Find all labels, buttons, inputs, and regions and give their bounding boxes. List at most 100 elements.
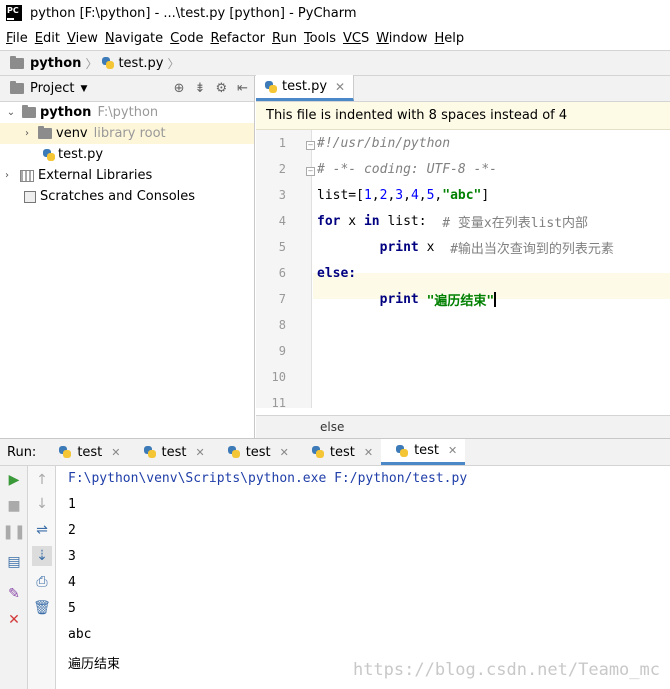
run-tab[interactable]: test ✕ [129,439,213,465]
tree-label: External Libraries [38,168,153,183]
hide-panel-icon[interactable]: ⇤ [237,81,248,96]
tree-item-venv[interactable]: › venv library root [0,123,254,144]
arrow-down-icon[interactable]: ↓ [32,494,52,514]
tree-label: Scratches and Consoles [40,189,196,204]
run-label: Run: [7,444,37,460]
code-line-6: else: [317,265,357,281]
chevron-down-icon[interactable]: ▼ [80,84,87,94]
pause-icon[interactable]: ❚❚ [2,522,25,542]
run-toolbar: ▶ ■ ❚❚ ▤ ✎ ✕ [0,466,28,689]
python-file-icon [58,445,72,459]
menu-file[interactable]: File [4,31,33,46]
code-line-7: print "遍历结束" [379,291,497,309]
close-icon[interactable]: ✕ [111,446,120,459]
menu-edit[interactable]: Edit [33,31,65,46]
console-line: 2 [68,523,76,538]
collapse-arrow-icon[interactable]: › [2,170,12,181]
menu-run[interactable]: Run [270,31,302,46]
indent-warning-banner: This file is indented with 8 spaces inst… [256,102,670,130]
menu-refactor[interactable]: Refactor [208,31,270,46]
run-tool-bar: Run: test ✕ test ✕ test ✕ test ✕ test ✕ [0,438,670,466]
editor: test.py ✕ This file is indented with 8 s… [256,75,670,438]
menu-view[interactable]: View [65,31,103,46]
chevron-right-icon: 〉 [167,56,180,71]
run-console[interactable]: F:\python\venv\Scripts\python.exe F:/pyt… [56,466,670,689]
collapse-all-icon[interactable]: ⇟ [195,81,206,96]
code-line-1: #!/usr/bin/python [317,135,451,151]
chevron-right-icon: 〉 [85,56,98,71]
python-file-icon [101,56,115,70]
menu-help[interactable]: Help [433,31,470,46]
arrow-up-icon[interactable]: ↑ [32,470,52,490]
code-area[interactable]: 1 2 3 4 5 6 7 8 9 10 11 − − #!/usr/bin/p… [256,130,670,410]
run-tab[interactable]: test ✕ [213,439,297,465]
menu-navigate[interactable]: Navigate [103,31,168,46]
project-view-selector[interactable]: Project [30,81,74,96]
menu-window[interactable]: Window [374,31,432,46]
line-number: 4 [278,214,286,228]
pin-tab-icon[interactable]: ✎ [4,584,24,604]
run-tab-active[interactable]: test ✕ [381,439,466,465]
tree-item-scratches[interactable]: Scratches and Consoles [0,186,254,207]
line-number: 1 [278,136,286,150]
locate-target-icon[interactable]: ⊕ [174,81,185,96]
console-line: 遍历结束 [68,657,121,672]
breadcrumb-project[interactable]: python [30,56,81,71]
python-file-icon [264,80,278,94]
title-bar: PC python [F:\python] - ...\test.py [pyt… [0,0,670,26]
tab-test-py[interactable]: test.py ✕ [256,75,355,101]
close-icon[interactable]: ✕ [335,80,345,94]
scroll-to-end-icon[interactable]: ⇣ [32,546,52,566]
editor-breadcrumb-status[interactable]: else [256,415,670,438]
code-line-5: print x #输出当次查询到的列表元素 [379,239,614,257]
library-icon [20,169,34,182]
trash-icon[interactable]: 🗑 [32,598,52,618]
breadcrumb-file[interactable]: test.py [118,56,163,71]
close-icon[interactable]: ✕ [448,444,457,457]
tree-hint: library root [93,126,166,141]
print-icon[interactable]: ⎙ [32,572,52,592]
console-toolbar: ↑ ↓ ⇌ ⇣ ⎙ 🗑 [28,466,56,689]
soft-wrap-icon[interactable]: ⇌ [32,520,52,540]
close-icon[interactable]: ✕ [195,446,204,459]
code-line-4: for x in list: # 变量x在列表list内部 [317,213,589,231]
tree-item-external-libraries[interactable]: › External Libraries [0,165,254,186]
pycharm-logo-icon: PC [6,5,22,21]
watermark: https://blog.csdn.net/Teamo_mc [352,660,660,680]
tree-item-test-py[interactable]: test.py [0,144,254,165]
project-view-icon [10,81,24,94]
run-tab[interactable]: test ✕ [297,439,381,465]
console-line: 1 [68,497,76,512]
stop-icon[interactable]: ■ [4,496,24,516]
tree-label: venv [56,126,88,141]
collapse-arrow-icon[interactable]: › [22,128,32,139]
line-number: 5 [278,240,286,254]
gear-icon[interactable]: ⚙ [215,81,227,96]
expand-arrow-icon[interactable]: ⌄ [6,107,16,118]
python-file-icon [311,445,325,459]
fold-marker-icon[interactable]: − [306,167,315,176]
folder-icon [10,55,24,69]
code-line-3: list=[1, 2, 3, 4, 5, "abc"] [317,187,490,203]
project-panel-header: Project ▼ ⊕ ⇟ ⚙ ⇤ [0,76,254,102]
scratches-icon [24,190,36,203]
fold-marker-icon[interactable]: − [306,141,315,150]
text-caret [494,291,497,307]
rerun-icon[interactable]: ▶ [4,470,24,490]
menu-code[interactable]: Code [168,31,208,46]
window-title: python [F:\python] - ...\test.py [python… [30,5,357,21]
line-number: 8 [278,318,286,332]
menu-vcs[interactable]: VCS [341,31,374,46]
line-number: 11 [271,396,286,410]
run-tab[interactable]: test ✕ [44,439,128,465]
menu-bar: File Edit View Navigate Code Refactor Ru… [0,26,670,50]
restore-layout-icon[interactable]: ▤ [4,552,24,572]
python-file-icon [42,148,56,162]
close-icon[interactable]: ✕ [280,446,289,459]
line-number: 7 [278,292,286,306]
tree-item-python[interactable]: ⌄ python F:\python [0,102,254,123]
close-icon[interactable]: ✕ [4,610,24,630]
tab-label: test.py [282,79,328,94]
menu-tools[interactable]: Tools [302,31,341,46]
close-icon[interactable]: ✕ [364,446,373,459]
